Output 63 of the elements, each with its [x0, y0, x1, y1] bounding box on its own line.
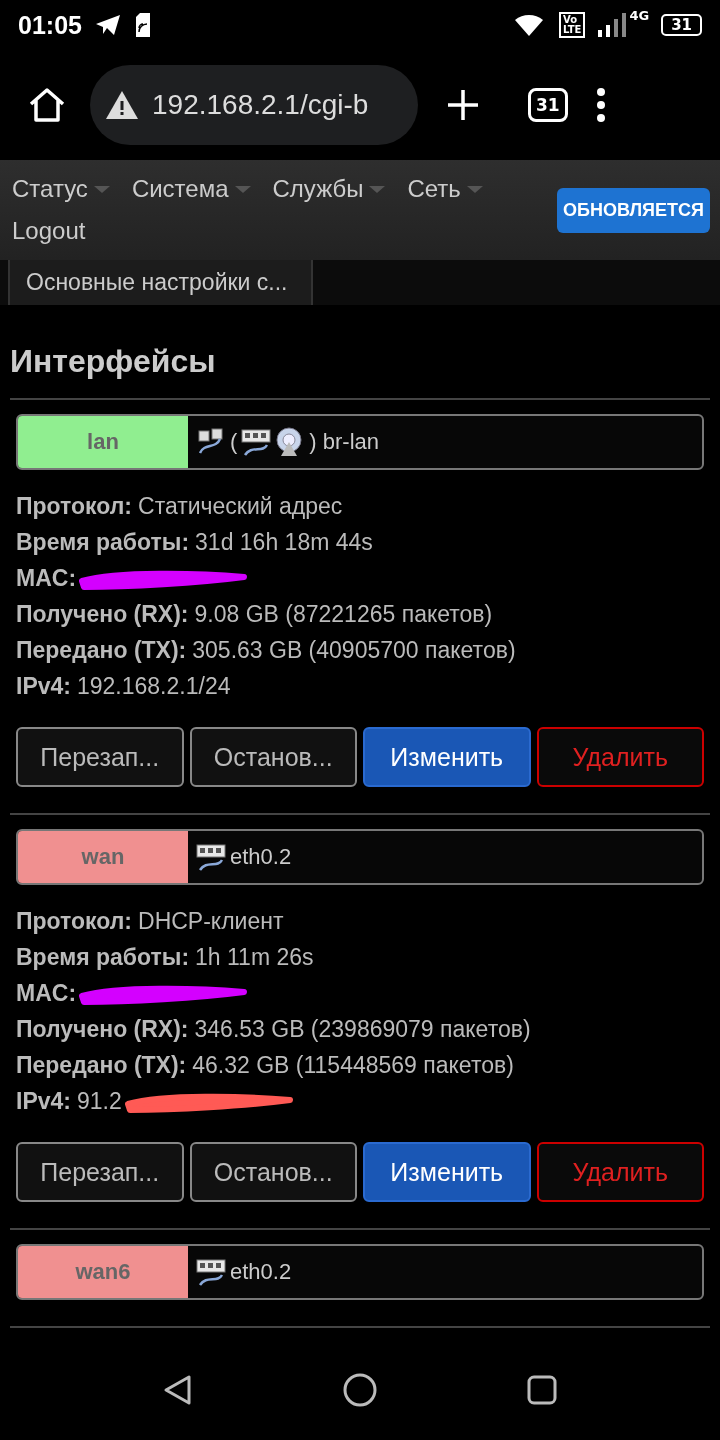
signal-icon — [597, 12, 628, 38]
detail-label: Протокол: — [16, 908, 133, 935]
tab[interactable]: Основные настройки с... — [8, 260, 314, 305]
new-tab-icon[interactable] — [446, 88, 480, 122]
section-heading: Интерфейсы — [10, 305, 710, 400]
detail-value: DHCP-клиент — [138, 908, 284, 935]
device-name: eth0.2 — [230, 1259, 292, 1285]
more-menu-icon[interactable] — [595, 87, 606, 123]
back-icon[interactable] — [163, 1374, 193, 1406]
action-button[interactable]: Перезап... — [16, 1142, 184, 1202]
network-switch-icon — [196, 1257, 226, 1287]
warning-icon — [104, 89, 140, 121]
action-button[interactable]: Перезап... — [16, 727, 184, 787]
action-button[interactable]: Изменить — [363, 727, 531, 787]
detail-value: 192.168.2.1/24 — [77, 673, 231, 700]
detail-value: 31d 16h 18m 44s — [195, 529, 373, 556]
sim-card-icon — [133, 12, 152, 38]
home-icon[interactable] — [28, 87, 66, 123]
detail-label: Время работы: — [16, 944, 190, 971]
detail-label: MAC: — [16, 565, 77, 592]
refresh-status-button[interactable]: ОБНОВЛЯЕТСЯ — [557, 187, 710, 233]
network-switch-icon — [196, 842, 226, 872]
detail-value: Статический адрес — [138, 493, 343, 520]
clock: 01:05 — [18, 10, 82, 40]
action-button[interactable]: Останов... — [189, 1142, 357, 1202]
action-button[interactable]: Останов... — [189, 727, 357, 787]
action-button[interactable]: Удалить — [536, 727, 704, 787]
home-button-icon[interactable] — [343, 1373, 377, 1407]
menu-item[interactable]: Службы — [272, 175, 386, 203]
interface-name: wan — [18, 831, 188, 883]
action-button[interactable]: Удалить — [536, 1142, 704, 1202]
network-type: 4G — [629, 8, 650, 23]
volte-icon: Vo LTE — [559, 12, 586, 38]
detail-label: Время работы: — [16, 529, 190, 556]
device-name: ) br-lan — [309, 429, 379, 455]
detail-label: Протокол: — [16, 493, 133, 520]
detail-value: 346.53 GB (239869079 пакетов) — [194, 1016, 531, 1043]
device-name: eth0.2 — [230, 844, 292, 870]
menu-item[interactable]: Сеть — [407, 175, 483, 203]
device-name: ( — [230, 429, 238, 455]
action-button[interactable]: Изменить — [363, 1142, 531, 1202]
detail-value: 305.63 GB (40905700 пакетов) — [192, 637, 516, 664]
interface-name: wan6 — [18, 1246, 188, 1298]
detail-value: 46.32 GB (115448569 пакетов) — [192, 1052, 514, 1079]
detail-value: 9.08 GB (87221265 пакетов) — [194, 601, 493, 628]
tab-switcher-button[interactable]: 31 — [528, 88, 568, 122]
detail-label: IPv4: — [16, 1088, 71, 1115]
recents-icon[interactable] — [527, 1375, 557, 1405]
address-bar[interactable]: 192.168.2.1/cgi-b — [90, 65, 418, 145]
detail-value: 1h 11m 26s — [195, 944, 314, 971]
battery-icon: 31 — [661, 14, 702, 36]
menu-item[interactable]: Logout — [12, 217, 86, 245]
menu-item[interactable]: Статус — [12, 175, 110, 203]
detail-label: IPv4: — [16, 673, 71, 700]
network-switch-icon — [241, 427, 272, 457]
detail-label: Передано (TX): — [16, 637, 187, 664]
detail-label: Получено (RX): — [16, 1016, 189, 1043]
detail-label: Передано (TX): — [16, 1052, 187, 1079]
menu-item[interactable]: Система — [131, 175, 251, 203]
detail-label: MAC: — [16, 980, 77, 1007]
detail-label: Получено (RX): — [16, 601, 189, 628]
interface-name: lan — [18, 416, 188, 468]
detail-value: 91.2 — [77, 1088, 122, 1115]
